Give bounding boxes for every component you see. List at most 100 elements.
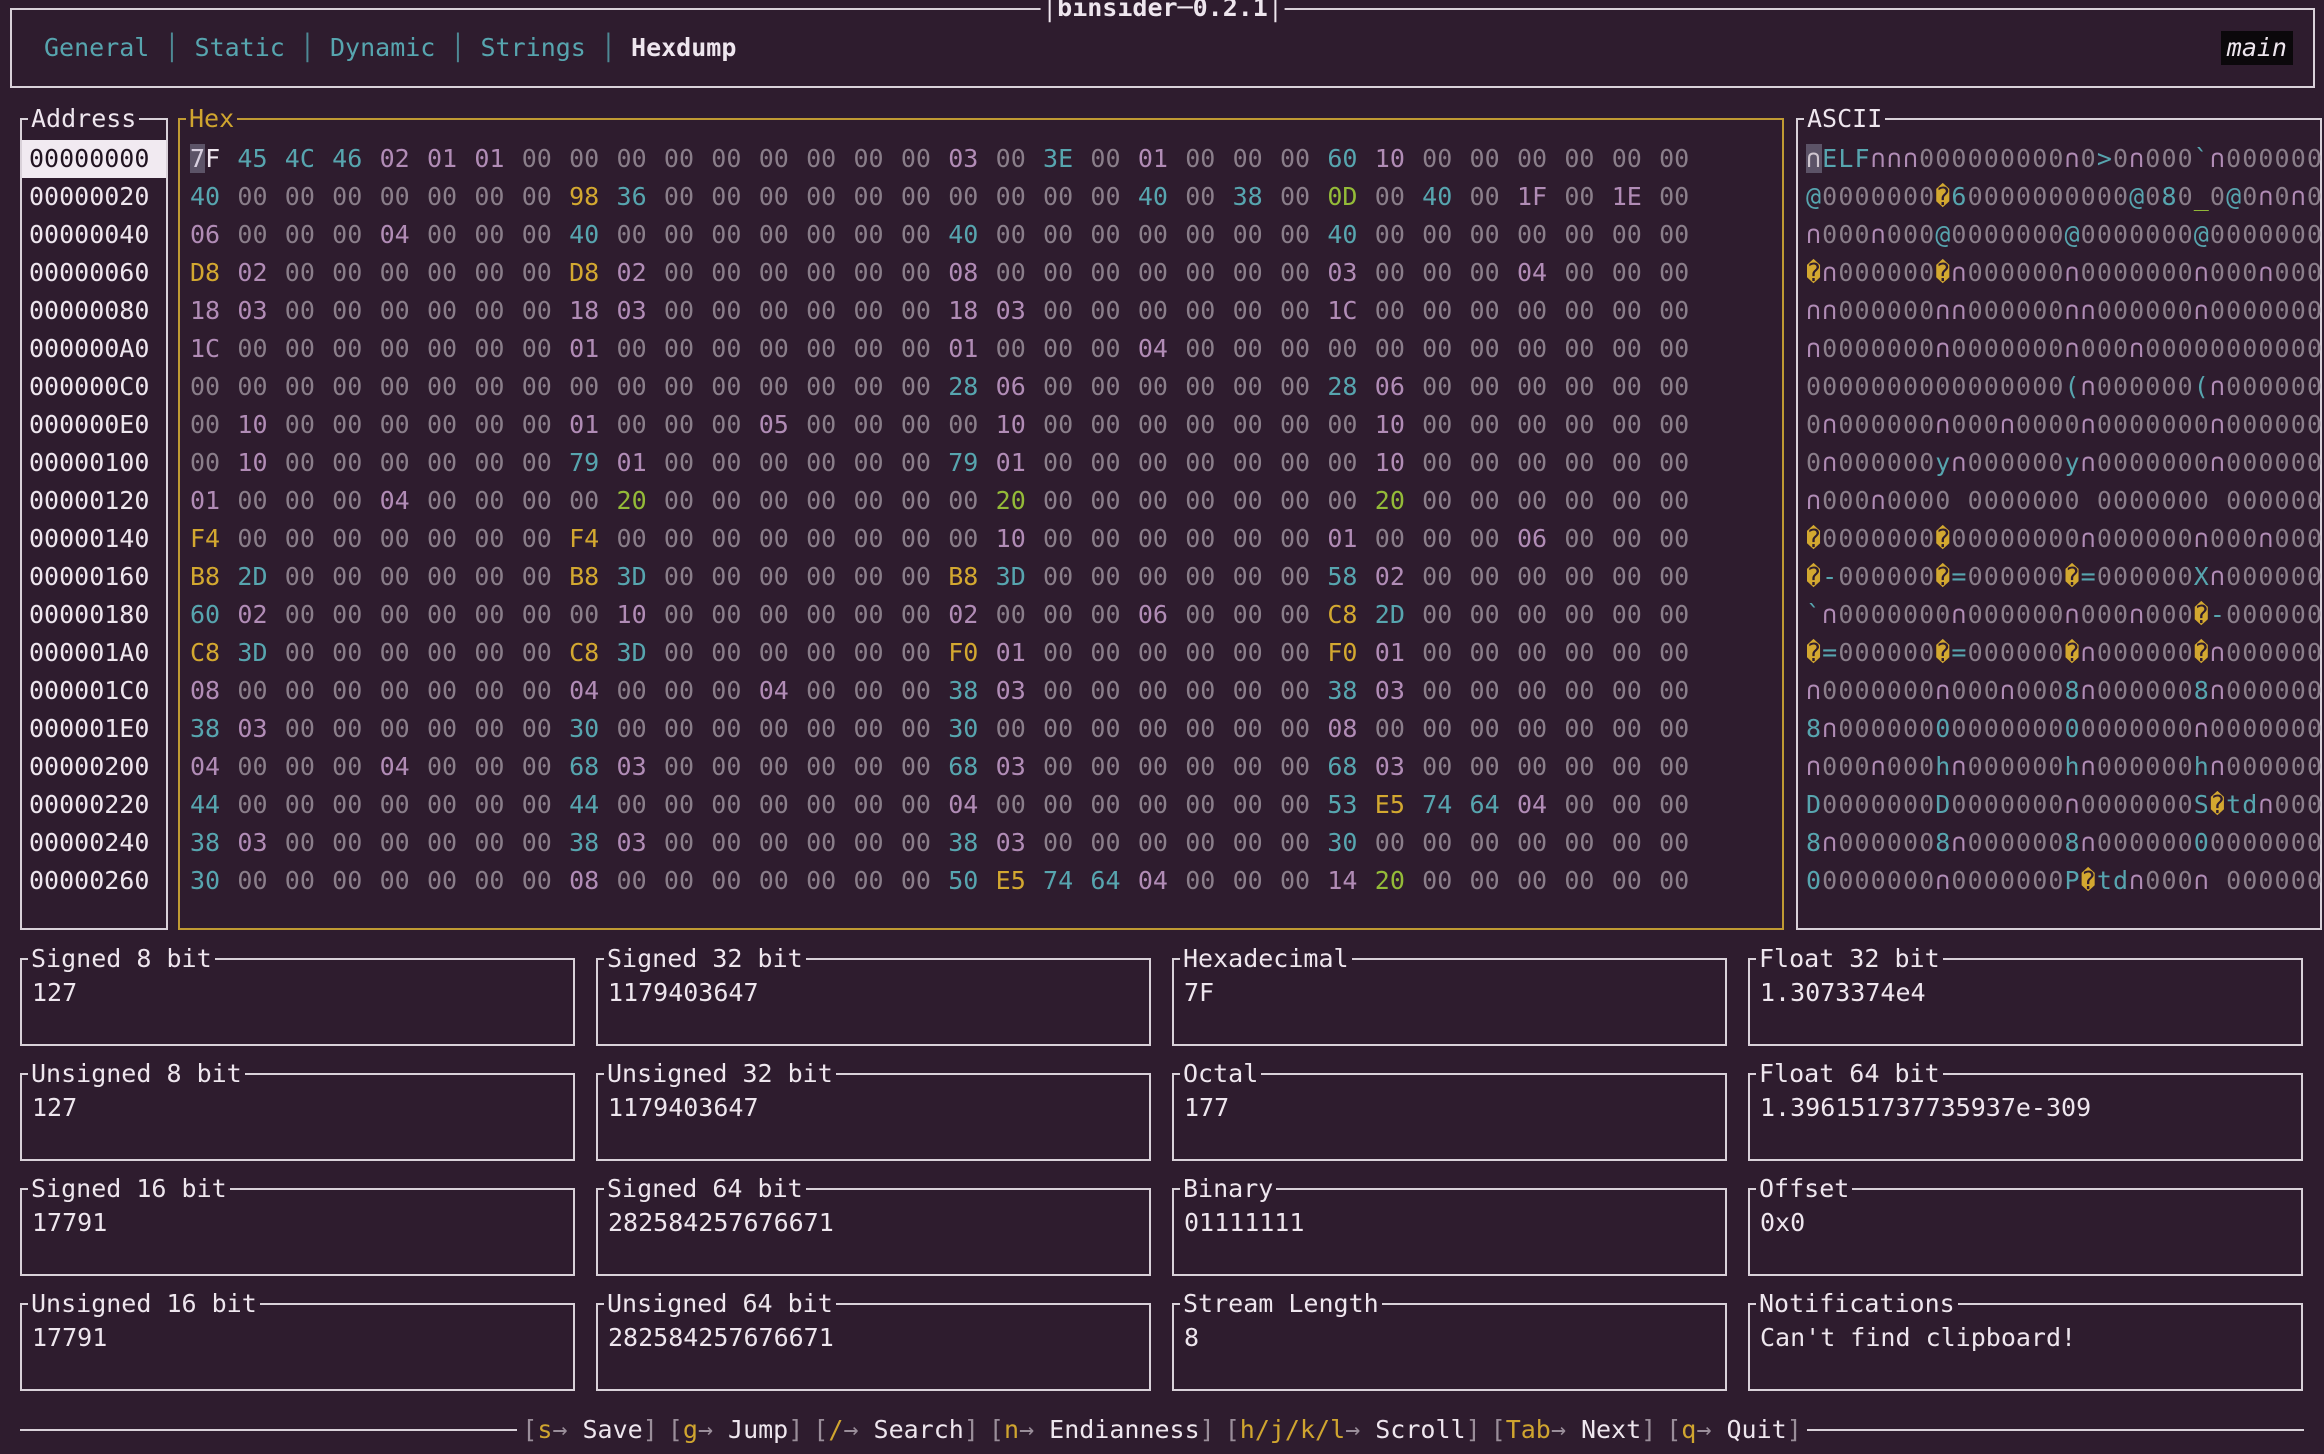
hex-byte[interactable]: 00: [759, 786, 806, 824]
ascii-char[interactable]: 0: [2307, 828, 2323, 857]
hex-byte[interactable]: 00: [1517, 596, 1564, 634]
ascii-char[interactable]: 0: [2145, 410, 2161, 439]
hex-byte[interactable]: 36: [617, 178, 664, 216]
hex-byte[interactable]: 00: [1138, 634, 1185, 672]
hex-byte[interactable]: 00: [759, 634, 806, 672]
ascii-char[interactable]: 0: [2113, 638, 2129, 667]
ascii-char[interactable]: �: [1806, 562, 1822, 591]
hex-byte[interactable]: 00: [664, 254, 711, 292]
hex-byte[interactable]: 00: [1233, 520, 1280, 558]
ascii-char[interactable]: 0: [2081, 334, 2097, 363]
hex-byte[interactable]: 00: [1090, 520, 1137, 558]
ascii-char[interactable]: 0: [2178, 828, 2194, 857]
ascii-char[interactable]: ∩: [1806, 676, 1822, 705]
hex-byte[interactable]: 00: [806, 558, 853, 596]
hex-byte[interactable]: 00: [711, 862, 758, 900]
hex-byte[interactable]: 03: [617, 824, 664, 862]
hex-byte[interactable]: 00: [1612, 444, 1659, 482]
hex-byte[interactable]: 00: [474, 634, 521, 672]
ascii-char[interactable]: �: [1935, 562, 1951, 591]
hex-byte[interactable]: D8: [190, 254, 237, 292]
hex-byte[interactable]: D8: [569, 254, 616, 292]
hex-byte[interactable]: 58: [1327, 558, 1374, 596]
hex-byte[interactable]: 00: [332, 368, 379, 406]
ascii-char[interactable]: =: [1951, 638, 1967, 667]
hex-byte[interactable]: 00: [474, 292, 521, 330]
hex-byte[interactable]: 00: [901, 596, 948, 634]
ascii-char[interactable]: 0: [2226, 486, 2242, 515]
ascii-rows[interactable]: ∩ELF∩∩∩000000000∩0>0∩000`∩000000@0000000…: [1798, 120, 2320, 900]
ascii-char[interactable]: 0: [1871, 372, 1887, 401]
ascii-char[interactable]: 0: [2194, 334, 2210, 363]
ascii-char[interactable]: 0: [2178, 524, 2194, 553]
ascii-char[interactable]: 0: [2258, 714, 2274, 743]
ascii-char[interactable]: 0: [1822, 182, 1838, 211]
hex-byte[interactable]: 00: [285, 254, 332, 292]
ascii-char[interactable]: 0: [2129, 676, 2145, 705]
ascii-char[interactable]: 0: [2178, 790, 2194, 819]
ascii-char[interactable]: 0: [2291, 866, 2307, 895]
hex-byte[interactable]: 00: [1043, 254, 1090, 292]
ascii-char[interactable]: 0: [2016, 752, 2032, 781]
ascii-char[interactable]: ∩: [1935, 866, 1951, 895]
ascii-char[interactable]: 0: [1919, 486, 1935, 515]
hex-byte[interactable]: 00: [1659, 520, 1706, 558]
hex-byte[interactable]: 00: [617, 862, 664, 900]
ascii-char[interactable]: 0: [2048, 714, 2064, 743]
ascii-char[interactable]: 0: [2242, 562, 2258, 591]
hex-byte[interactable]: 00: [1138, 292, 1185, 330]
hex-byte[interactable]: 00: [1659, 634, 1706, 672]
ascii-char[interactable]: 0: [2178, 676, 2194, 705]
ascii-char[interactable]: 0: [1903, 372, 1919, 401]
hex-byte[interactable]: 00: [1375, 710, 1422, 748]
hex-byte[interactable]: 00: [711, 672, 758, 710]
ascii-char[interactable]: 0: [1919, 828, 1935, 857]
hex-byte[interactable]: 00: [1280, 482, 1327, 520]
ascii-char[interactable]: 0: [1871, 296, 1887, 325]
hex-byte[interactable]: 00: [1422, 254, 1469, 292]
hex-byte[interactable]: 46: [332, 140, 379, 178]
hex-byte[interactable]: 00: [1659, 672, 1706, 710]
ascii-char[interactable]: 0: [2065, 410, 2081, 439]
hex-byte[interactable]: 00: [1422, 482, 1469, 520]
ascii-char[interactable]: 0: [2081, 144, 2097, 173]
tab-hexdump[interactable]: Hexdump: [631, 33, 736, 62]
hex-byte[interactable]: 00: [759, 520, 806, 558]
ascii-char[interactable]: 0: [1838, 372, 1854, 401]
ascii-char[interactable]: 0: [2275, 258, 2291, 287]
hex-byte[interactable]: 00: [759, 216, 806, 254]
hex-byte[interactable]: 01: [1138, 140, 1185, 178]
ascii-char[interactable]: 0: [1968, 448, 1984, 477]
hex-byte[interactable]: 04: [1138, 862, 1185, 900]
ascii-char[interactable]: �: [1806, 638, 1822, 667]
hex-byte[interactable]: 20: [1375, 482, 1422, 520]
ascii-char[interactable]: ∩: [2210, 448, 2226, 477]
ascii-char[interactable]: ∩: [2194, 714, 2210, 743]
ascii-char[interactable]: >: [2097, 144, 2113, 173]
hex-byte[interactable]: 00: [380, 444, 427, 482]
hex-byte[interactable]: F0: [948, 634, 995, 672]
ascii-char[interactable]: 0: [2129, 448, 2145, 477]
hex-byte[interactable]: 00: [711, 596, 758, 634]
hex-byte[interactable]: 00: [1185, 634, 1232, 672]
hex-byte[interactable]: 30: [948, 710, 995, 748]
hex-byte[interactable]: 00: [711, 368, 758, 406]
ascii-char[interactable]: 0: [2307, 410, 2323, 439]
hex-byte[interactable]: 00: [1375, 330, 1422, 368]
ascii-char[interactable]: 0: [2113, 524, 2129, 553]
ascii-char[interactable]: D: [1806, 790, 1822, 819]
ascii-char[interactable]: 0: [2275, 334, 2291, 363]
ascii-char[interactable]: 0: [1951, 790, 1967, 819]
ascii-char[interactable]: 0: [2065, 182, 2081, 211]
ascii-char[interactable]: ∩: [1935, 296, 1951, 325]
ascii-char[interactable]: 0: [2178, 638, 2194, 667]
hex-byte[interactable]: 00: [1470, 520, 1517, 558]
hex-byte[interactable]: 00: [1564, 520, 1611, 558]
ascii-char[interactable]: ∩: [1951, 448, 1967, 477]
ascii-char[interactable]: y: [2065, 448, 2081, 477]
hex-byte[interactable]: 00: [1517, 558, 1564, 596]
ascii-char[interactable]: 0: [2242, 676, 2258, 705]
hex-byte[interactable]: 00: [1564, 368, 1611, 406]
hex-byte[interactable]: 00: [1280, 292, 1327, 330]
hex-byte[interactable]: 00: [522, 710, 569, 748]
